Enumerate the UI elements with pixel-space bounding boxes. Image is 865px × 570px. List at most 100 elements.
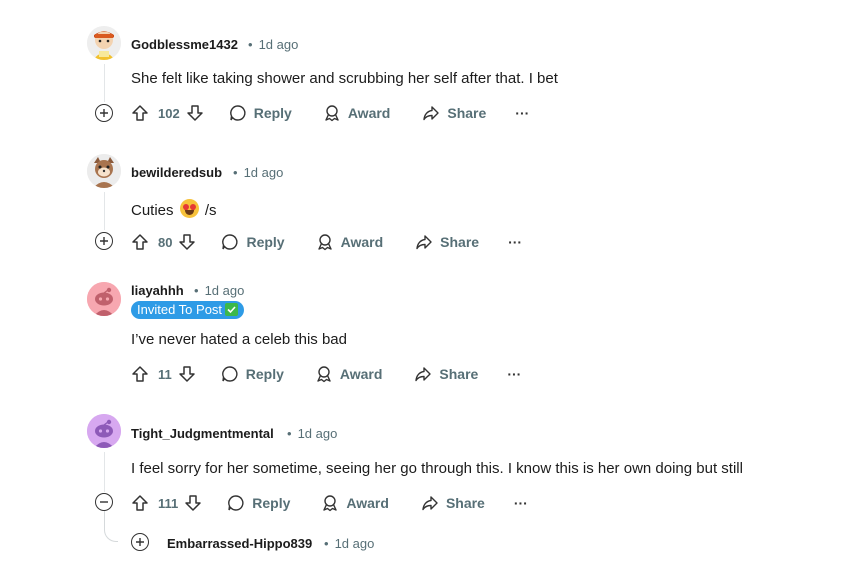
comment-body: I feel sorry for her sometime, seeing he…	[131, 460, 743, 477]
minus-icon	[100, 501, 108, 503]
downvote-icon[interactable]	[186, 104, 204, 122]
more-options-button[interactable]: ···	[514, 495, 528, 511]
share-label: Share	[439, 366, 479, 382]
collapse-thread-button[interactable]	[95, 493, 113, 511]
comment-text-suffix: /s	[204, 202, 217, 219]
reply-timestamp: • 1d ago	[324, 536, 374, 551]
upvote-icon[interactable]	[131, 494, 149, 512]
flair-label: Invited To Post	[137, 302, 223, 317]
award-icon	[321, 494, 339, 512]
share-label: Share	[440, 234, 480, 250]
separator-dot: •	[324, 536, 329, 551]
vote-score: 11	[158, 366, 172, 382]
upvote-icon[interactable]	[131, 365, 149, 383]
avatar[interactable]	[87, 414, 121, 448]
comment-actions: 111 Reply Award Share ···	[131, 491, 528, 515]
avatar[interactable]	[87, 26, 121, 60]
reply-thread-curve	[104, 508, 118, 542]
more-options-button[interactable]: ···	[515, 105, 529, 121]
comment-timestamp: • 1d ago	[233, 165, 283, 180]
reply-label: Reply	[246, 234, 285, 250]
reply-button[interactable]: Reply	[221, 233, 285, 251]
reply-label: Reply	[253, 105, 292, 121]
expand-thread-button[interactable]	[95, 104, 113, 122]
thread-line	[104, 452, 105, 492]
vote-score: 102	[158, 105, 180, 121]
upvote-icon[interactable]	[131, 233, 149, 251]
thread-line	[104, 64, 105, 102]
comment-timestamp: • 1d ago	[248, 37, 298, 52]
downvote-icon[interactable]	[178, 365, 196, 383]
more-options-button[interactable]: ···	[507, 366, 521, 382]
share-button[interactable]: Share	[421, 494, 485, 512]
plus-icon	[136, 538, 144, 546]
share-button[interactable]: Share	[415, 233, 479, 251]
comment-author[interactable]: Tight_Judgmentmental	[131, 426, 274, 441]
heart-eyes-emoji-icon	[179, 199, 199, 218]
expand-thread-button[interactable]	[95, 232, 113, 250]
award-button[interactable]: Award	[323, 104, 391, 122]
vote-score: 111	[158, 495, 179, 511]
comment-text: Cuties	[131, 202, 174, 219]
reply-author[interactable]: Embarrassed-Hippo839	[167, 536, 312, 551]
award-label: Award	[347, 105, 391, 121]
vote-score: 80	[158, 234, 173, 250]
award-icon	[315, 365, 333, 383]
comment-author[interactable]: Godblessme1432	[131, 37, 238, 52]
upvote-icon[interactable]	[131, 104, 149, 122]
comment-actions: 80 Reply Award Share ···	[131, 230, 522, 254]
comment-author[interactable]: liayahhh	[131, 283, 184, 298]
comment-bubble-icon	[221, 233, 239, 251]
avatar[interactable]	[87, 282, 121, 316]
comment-age: 1d ago	[297, 426, 338, 441]
comment-timestamp: • 1d ago	[194, 283, 244, 298]
award-icon	[316, 233, 334, 251]
avatar[interactable]	[87, 154, 121, 188]
award-button[interactable]: Award	[316, 233, 384, 251]
comment-bubble-icon	[229, 104, 247, 122]
award-button[interactable]: Award	[321, 494, 389, 512]
share-label: Share	[445, 495, 485, 511]
comment-bubble-icon	[221, 365, 239, 383]
award-label: Award	[339, 366, 383, 382]
share-icon	[422, 104, 440, 122]
user-flair: Invited To Post	[131, 301, 245, 319]
plus-icon	[100, 109, 108, 117]
expand-reply-button[interactable]	[131, 533, 149, 551]
checkmark-icon	[225, 303, 239, 316]
comment-timestamp: • 1d ago	[287, 426, 337, 441]
comment-age: 1d ago	[204, 283, 245, 298]
separator-dot: •	[287, 426, 292, 441]
comment-author[interactable]: bewilderedsub	[131, 165, 222, 180]
separator-dot: •	[194, 283, 199, 298]
separator-dot: •	[248, 37, 253, 52]
share-label: Share	[447, 105, 487, 121]
reply-button[interactable]: Reply	[227, 494, 290, 512]
award-label: Award	[346, 495, 389, 511]
share-icon	[414, 365, 432, 383]
award-label: Award	[340, 234, 384, 250]
more-options-button[interactable]: ···	[508, 234, 522, 250]
downvote-icon[interactable]	[178, 233, 196, 251]
separator-dot: •	[233, 165, 238, 180]
share-button[interactable]: Share	[414, 365, 478, 383]
comment-body: She felt like taking shower and scrubbin…	[131, 70, 558, 87]
reply-button[interactable]: Reply	[229, 104, 292, 122]
plus-icon	[100, 237, 108, 245]
reply-age: 1d ago	[334, 536, 375, 551]
reply-label: Reply	[252, 495, 291, 511]
comment-actions: 11 Reply Award Share ···	[131, 362, 521, 386]
award-icon	[323, 104, 341, 122]
comment-age: 1d ago	[258, 37, 299, 52]
share-icon	[421, 494, 439, 512]
share-icon	[415, 233, 433, 251]
comment-actions: 102 Reply Award Share ···	[131, 101, 529, 125]
downvote-icon[interactable]	[184, 494, 202, 512]
reply-label: Reply	[245, 366, 284, 382]
reply-button[interactable]: Reply	[221, 365, 284, 383]
award-button[interactable]: Award	[315, 365, 383, 383]
comment-age: 1d ago	[243, 165, 284, 180]
share-button[interactable]: Share	[422, 104, 486, 122]
thread-line	[104, 192, 105, 230]
comment-body: Cuties /s	[131, 199, 217, 219]
